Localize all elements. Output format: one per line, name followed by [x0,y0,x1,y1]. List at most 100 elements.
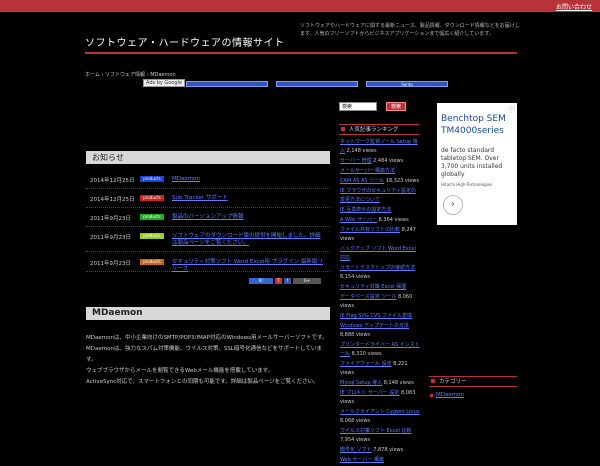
ranking-item: セキュリティ対策 Excel 保護 [340,283,420,292]
ranking-item: ファイアウォール 設定 8,221 views [340,360,420,378]
search-input[interactable]: 検索 [339,102,377,111]
google-plus-button[interactable]: G+ [293,278,321,284]
ranking-link[interactable]: メールクライアント Cygwin Linux [340,409,420,415]
ranking-link[interactable]: CAM AS AS ツール [340,178,384,184]
ranking-heading: 人気記事ランキング [339,124,419,135]
ranking-heading-label: 人気記事ランキング [349,127,399,133]
top-bar: お問い合わせ [0,0,600,12]
ranking-item: IE ブラウザのセキュリティ設定の変更方法について [340,187,420,205]
news-title-link[interactable]: Sub Tracker サポート [172,195,324,202]
ranking-item: IE Flag SVG CVS ファイル変換 [340,312,420,321]
heading-square-icon [431,379,435,383]
ranking-link[interactable]: 暗号化 ソフト [340,447,372,453]
category-bullet-icon [430,394,433,397]
ranking-views: 7,954 views [340,437,371,443]
ranking-views: 8,148 views [383,380,414,386]
ranking-item: IE 互換表示の設定方法 [340,206,420,215]
news-title-link[interactable]: セキュリティ対策ソフト Word Excel用 プラグイン 最新版リリース [172,259,324,273]
ranking-item: A Wiki サーバー 8,364 views [340,216,420,225]
ranking-item: ネットワーク監視ツール Setup 導入 2,148 views [340,138,420,156]
news-tag[interactable]: products [140,233,164,239]
ranking-views: 8,154 views [340,274,371,280]
mdaemon-paragraph: ActiveSync対応で、スマートフォンとの同期も可能です。詳細は製品ページを… [86,379,319,385]
news-date: 2014年12月25日 [90,197,135,203]
mdaemon-description: MDaemonは、中小企業向けのSMTP/POP3/IMAP対応のWindows… [86,333,330,388]
news-title-link[interactable]: MDaemon [172,176,324,183]
news-title-link[interactable]: 製品のバージョンアップ情報 [172,214,324,221]
ranking-item: Web サーバー 構築 [340,456,420,465]
title-divider [85,52,517,54]
ranking-item: ウイルス対策ソフト Excel 比較 7,954 views [340,427,420,445]
news-date: 2011年9月23日 [90,235,131,241]
ranking-link[interactable]: データベース設定 ツール [340,294,396,300]
news-tag[interactable]: products [140,176,164,182]
mdaemon-paragraph: ウェブブラウザからメールを閲覧できるWebメール機能を搭載しています。 [86,368,274,374]
ranking-link[interactable]: Mysql Setup 導入 [340,380,382,386]
news-tag[interactable]: products [140,259,164,265]
ranking-link[interactable]: IE 互換表示の設定方法 [340,207,391,213]
ranking-views: 8,310 views [351,351,382,357]
ranking-link[interactable]: Web サーバー 構築 [340,457,384,463]
ranking-item: Mysql Setup 導入 8,148 views [340,379,420,388]
news-row: 2014年12月25日 products MDaemon [86,171,330,189]
ranking-link[interactable]: IE Flag SVG CVS ファイル変換 [340,313,412,319]
ranking-views: 8,364 views [378,217,409,223]
ranking-item: サーバー 管理 2,484 views [340,157,420,166]
news-row: 2011年9月23日 products 製品のバージョンアップ情報 [86,209,330,227]
ranking-link[interactable]: A Wiki サーバー [340,217,377,223]
site-description: ソフトウェアやハードウェアに関する最新ニュース、製品情報、ダウンロード情報などを… [300,23,520,37]
news-row: 2014年12月25日 products Sub Tracker サポート [86,190,330,208]
ranking-item: 暗号化 ソフト 7,878 views [340,446,420,455]
ranking-link[interactable]: Windows アップデートの方法 [340,323,409,329]
category-link-mdaemon[interactable]: MDaemon [436,392,464,398]
ranking-list: ネットワーク監視ツール Setup 導入 2,148 views サーバー 管理… [340,138,420,466]
ranking-views: 2,148 views [346,148,377,154]
ad-link-1[interactable] [186,81,268,87]
news-tag[interactable]: products [140,214,164,220]
ranking-item: メールサーバー構築方法 [340,167,420,176]
news-row: 2011年9月23日 products セキュリティ対策ソフト Word Exc… [86,254,330,272]
news-tag[interactable]: products [140,195,164,201]
ranking-views: 18,323 views [385,178,419,184]
facebook-button[interactable]: f [284,278,291,284]
mdaemon-paragraph: MDaemonは、強力なスパム対策機能、ウイルス対策、SSL暗号化通信などをサポ… [86,346,322,363]
ad-source: Hitachi High-Technologies [441,182,493,187]
ad-title[interactable]: Benchtop SEM TM4000series [441,113,517,137]
ranking-link[interactable]: セキュリティ対策 Excel 保護 [340,284,406,290]
search-button[interactable]: 検索 [386,102,406,111]
ranking-link[interactable]: サーバー 管理 [340,158,372,164]
ad-link-2[interactable] [276,81,358,87]
display-ad[interactable]: ⓘ Benchtop SEM TM4000series de facto sta… [437,103,517,225]
ranking-item: IE プロキシ サーバー 設定 8,083 views [340,389,420,407]
hatena-bookmark-button[interactable]: B! [249,278,273,284]
ranking-item: データベース設定 ツール 8,060 views [340,293,420,311]
ranking-link[interactable]: ファイアウォール 設定 [340,361,392,367]
contact-link[interactable]: お問い合わせ [556,2,592,11]
ranking-item: メールクライアント Cygwin Linux 8,068 views [340,408,420,426]
category-heading: カテゴリー [429,376,517,387]
ranking-views: 7,878 views [373,447,404,453]
news-row: 2011年9月23日 products ソフトウェアのダウンロード版の提供を開始… [86,228,330,252]
ranking-link[interactable]: メールサーバー構築方法 [340,168,395,174]
ad-arrow-icon[interactable]: › [443,195,463,215]
news-title-link[interactable]: ソフトウェアのダウンロード版の提供を開始しました。詳細は製品ページをご覧ください… [172,233,324,247]
ranking-item: Windows アップデートの方法 8,888 views [340,322,420,340]
ad-text: de facto standard tabletop SEM. Over 3,7… [441,147,503,178]
ranking-item: バックアップ ソフト Word Excel 対応 [340,245,420,263]
tweet-button[interactable]: T [275,278,282,284]
ranking-item: リモートデスクトップの接続方法 8,154 views [340,264,420,282]
ads-by-google-label[interactable]: Ads by Google [143,79,186,87]
ranking-link[interactable]: IE プロキシ サーバー 設定 [340,390,399,396]
ranking-link[interactable]: バックアップ ソフト Word Excel 対応 [340,246,416,261]
ranking-item: CAM AS AS ツール 18,323 views [340,177,420,186]
ranking-link[interactable]: ウイルス対策ソフト Excel 比較 [340,428,411,434]
site-title[interactable]: ソフトウェア・ハードウェアの情報サイト [85,34,285,49]
category-heading-label: カテゴリー [439,379,467,385]
breadcrumb: ホーム › ソフトウェア情報 › MDaemon [85,72,176,78]
news-heading: お知らせ [86,151,330,164]
ranking-link[interactable]: ファイル共有ソフトの比較 [340,227,400,233]
ranking-link[interactable]: リモートデスクトップの接続方法 [340,265,415,271]
ranking-link[interactable]: IE ブラウザのセキュリティ設定の変更方法について [340,188,416,203]
ranking-item: ファイル共有ソフトの比較 8,247 views [340,226,420,244]
ad-link-3[interactable]: Sento [366,81,448,87]
